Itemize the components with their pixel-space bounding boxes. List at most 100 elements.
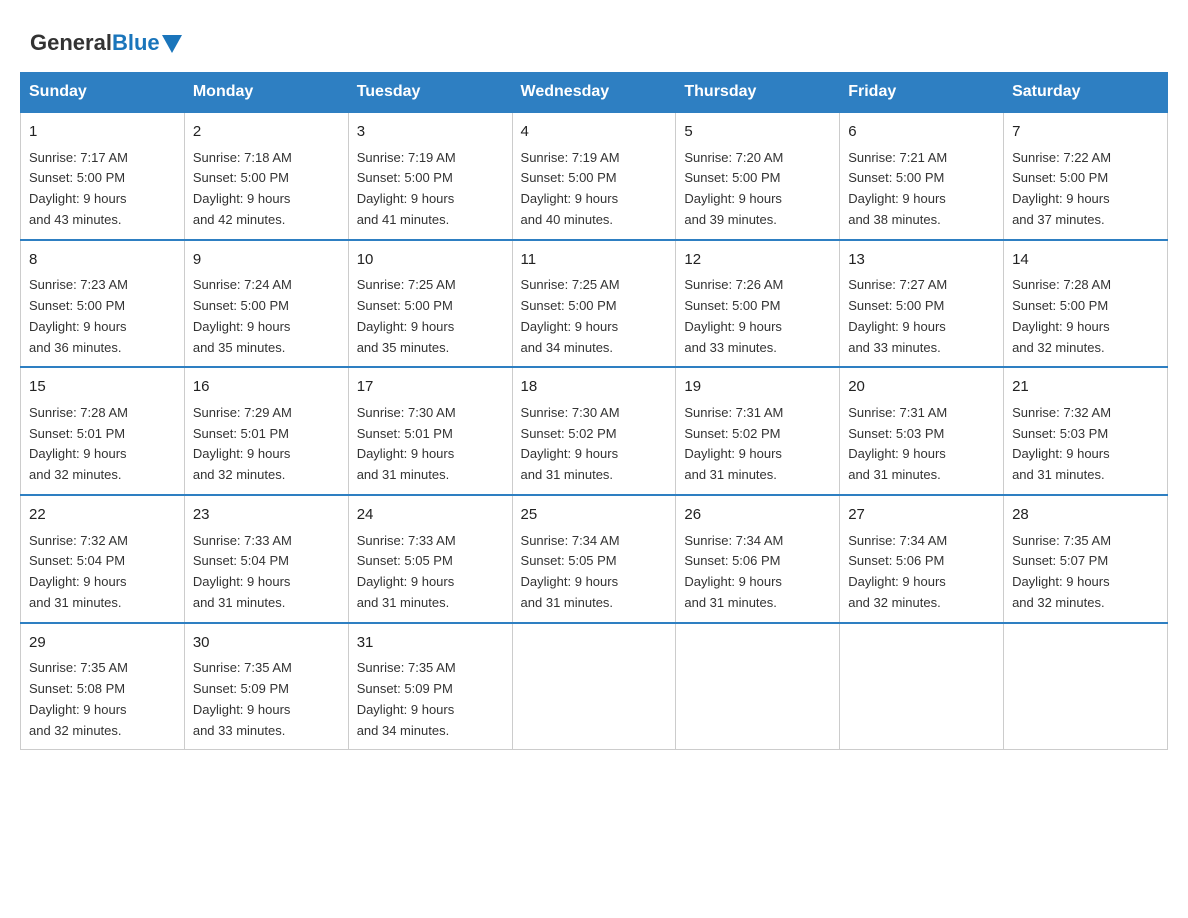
day-info: Sunrise: 7:23 AM Sunset: 5:00 PM Dayligh… [29,275,176,358]
logo-general-text: General [30,30,112,56]
day-number: 15 [29,376,176,399]
calendar-cell: 2 Sunrise: 7:18 AM Sunset: 5:00 PM Dayli… [184,112,348,240]
day-info: Sunrise: 7:19 AM Sunset: 5:00 PM Dayligh… [357,148,504,231]
day-info: Sunrise: 7:29 AM Sunset: 5:01 PM Dayligh… [193,403,340,486]
day-info: Sunrise: 7:32 AM Sunset: 5:04 PM Dayligh… [29,531,176,614]
day-info: Sunrise: 7:22 AM Sunset: 5:00 PM Dayligh… [1012,148,1159,231]
calendar-cell: 24 Sunrise: 7:33 AM Sunset: 5:05 PM Dayl… [348,495,512,623]
day-info: Sunrise: 7:33 AM Sunset: 5:04 PM Dayligh… [193,531,340,614]
calendar-week-row: 8 Sunrise: 7:23 AM Sunset: 5:00 PM Dayli… [21,240,1168,368]
column-header-wednesday: Wednesday [512,73,676,113]
day-number: 7 [1012,121,1159,144]
calendar-cell: 28 Sunrise: 7:35 AM Sunset: 5:07 PM Dayl… [1004,495,1168,623]
calendar-cell: 10 Sunrise: 7:25 AM Sunset: 5:00 PM Dayl… [348,240,512,368]
day-number: 25 [521,504,668,527]
calendar-cell: 13 Sunrise: 7:27 AM Sunset: 5:00 PM Dayl… [840,240,1004,368]
calendar-week-row: 15 Sunrise: 7:28 AM Sunset: 5:01 PM Dayl… [21,367,1168,495]
day-number: 14 [1012,249,1159,272]
day-number: 12 [684,249,831,272]
day-info: Sunrise: 7:26 AM Sunset: 5:00 PM Dayligh… [684,275,831,358]
column-header-saturday: Saturday [1004,73,1168,113]
calendar-cell: 30 Sunrise: 7:35 AM Sunset: 5:09 PM Dayl… [184,623,348,750]
logo: General Blue [30,30,182,56]
day-info: Sunrise: 7:34 AM Sunset: 5:06 PM Dayligh… [848,531,995,614]
calendar-cell [840,623,1004,750]
day-number: 4 [521,121,668,144]
day-info: Sunrise: 7:27 AM Sunset: 5:00 PM Dayligh… [848,275,995,358]
day-number: 8 [29,249,176,272]
calendar-cell: 18 Sunrise: 7:30 AM Sunset: 5:02 PM Dayl… [512,367,676,495]
day-number: 18 [521,376,668,399]
day-info: Sunrise: 7:34 AM Sunset: 5:05 PM Dayligh… [521,531,668,614]
calendar-week-row: 1 Sunrise: 7:17 AM Sunset: 5:00 PM Dayli… [21,112,1168,240]
calendar-cell: 17 Sunrise: 7:30 AM Sunset: 5:01 PM Dayl… [348,367,512,495]
calendar-cell: 15 Sunrise: 7:28 AM Sunset: 5:01 PM Dayl… [21,367,185,495]
day-number: 29 [29,632,176,655]
day-info: Sunrise: 7:31 AM Sunset: 5:02 PM Dayligh… [684,403,831,486]
day-number: 6 [848,121,995,144]
day-info: Sunrise: 7:31 AM Sunset: 5:03 PM Dayligh… [848,403,995,486]
day-number: 30 [193,632,340,655]
day-info: Sunrise: 7:25 AM Sunset: 5:00 PM Dayligh… [521,275,668,358]
calendar-cell [1004,623,1168,750]
column-header-thursday: Thursday [676,73,840,113]
calendar-table: SundayMondayTuesdayWednesdayThursdayFrid… [20,72,1168,750]
day-number: 5 [684,121,831,144]
day-number: 2 [193,121,340,144]
day-number: 22 [29,504,176,527]
calendar-cell: 31 Sunrise: 7:35 AM Sunset: 5:09 PM Dayl… [348,623,512,750]
day-info: Sunrise: 7:20 AM Sunset: 5:00 PM Dayligh… [684,148,831,231]
day-number: 20 [848,376,995,399]
column-header-friday: Friday [840,73,1004,113]
calendar-cell: 4 Sunrise: 7:19 AM Sunset: 5:00 PM Dayli… [512,112,676,240]
calendar-cell: 5 Sunrise: 7:20 AM Sunset: 5:00 PM Dayli… [676,112,840,240]
calendar-cell: 12 Sunrise: 7:26 AM Sunset: 5:00 PM Dayl… [676,240,840,368]
calendar-cell: 3 Sunrise: 7:19 AM Sunset: 5:00 PM Dayli… [348,112,512,240]
logo-triangle-icon [162,35,182,53]
day-info: Sunrise: 7:24 AM Sunset: 5:00 PM Dayligh… [193,275,340,358]
day-info: Sunrise: 7:17 AM Sunset: 5:00 PM Dayligh… [29,148,176,231]
column-header-sunday: Sunday [21,73,185,113]
day-info: Sunrise: 7:28 AM Sunset: 5:01 PM Dayligh… [29,403,176,486]
calendar-week-row: 22 Sunrise: 7:32 AM Sunset: 5:04 PM Dayl… [21,495,1168,623]
day-number: 21 [1012,376,1159,399]
calendar-cell: 21 Sunrise: 7:32 AM Sunset: 5:03 PM Dayl… [1004,367,1168,495]
day-number: 13 [848,249,995,272]
calendar-cell: 29 Sunrise: 7:35 AM Sunset: 5:08 PM Dayl… [21,623,185,750]
logo-blue-text: Blue [112,30,160,56]
day-info: Sunrise: 7:32 AM Sunset: 5:03 PM Dayligh… [1012,403,1159,486]
calendar-cell: 16 Sunrise: 7:29 AM Sunset: 5:01 PM Dayl… [184,367,348,495]
day-info: Sunrise: 7:35 AM Sunset: 5:09 PM Dayligh… [357,658,504,741]
day-info: Sunrise: 7:35 AM Sunset: 5:09 PM Dayligh… [193,658,340,741]
calendar-cell: 23 Sunrise: 7:33 AM Sunset: 5:04 PM Dayl… [184,495,348,623]
calendar-cell: 6 Sunrise: 7:21 AM Sunset: 5:00 PM Dayli… [840,112,1004,240]
calendar-header-row: SundayMondayTuesdayWednesdayThursdayFrid… [21,73,1168,113]
day-number: 28 [1012,504,1159,527]
calendar-cell: 22 Sunrise: 7:32 AM Sunset: 5:04 PM Dayl… [21,495,185,623]
day-info: Sunrise: 7:19 AM Sunset: 5:00 PM Dayligh… [521,148,668,231]
calendar-cell: 1 Sunrise: 7:17 AM Sunset: 5:00 PM Dayli… [21,112,185,240]
day-number: 27 [848,504,995,527]
calendar-cell [512,623,676,750]
day-number: 11 [521,249,668,272]
day-number: 23 [193,504,340,527]
calendar-cell: 11 Sunrise: 7:25 AM Sunset: 5:00 PM Dayl… [512,240,676,368]
column-header-monday: Monday [184,73,348,113]
day-info: Sunrise: 7:18 AM Sunset: 5:00 PM Dayligh… [193,148,340,231]
day-number: 17 [357,376,504,399]
day-number: 10 [357,249,504,272]
day-info: Sunrise: 7:25 AM Sunset: 5:00 PM Dayligh… [357,275,504,358]
calendar-cell: 14 Sunrise: 7:28 AM Sunset: 5:00 PM Dayl… [1004,240,1168,368]
day-number: 24 [357,504,504,527]
day-info: Sunrise: 7:35 AM Sunset: 5:07 PM Dayligh… [1012,531,1159,614]
day-info: Sunrise: 7:28 AM Sunset: 5:00 PM Dayligh… [1012,275,1159,358]
day-number: 9 [193,249,340,272]
page-header: General Blue [20,20,1168,56]
day-info: Sunrise: 7:30 AM Sunset: 5:01 PM Dayligh… [357,403,504,486]
calendar-week-row: 29 Sunrise: 7:35 AM Sunset: 5:08 PM Dayl… [21,623,1168,750]
calendar-cell: 7 Sunrise: 7:22 AM Sunset: 5:00 PM Dayli… [1004,112,1168,240]
day-info: Sunrise: 7:34 AM Sunset: 5:06 PM Dayligh… [684,531,831,614]
column-header-tuesday: Tuesday [348,73,512,113]
day-info: Sunrise: 7:33 AM Sunset: 5:05 PM Dayligh… [357,531,504,614]
calendar-cell: 25 Sunrise: 7:34 AM Sunset: 5:05 PM Dayl… [512,495,676,623]
